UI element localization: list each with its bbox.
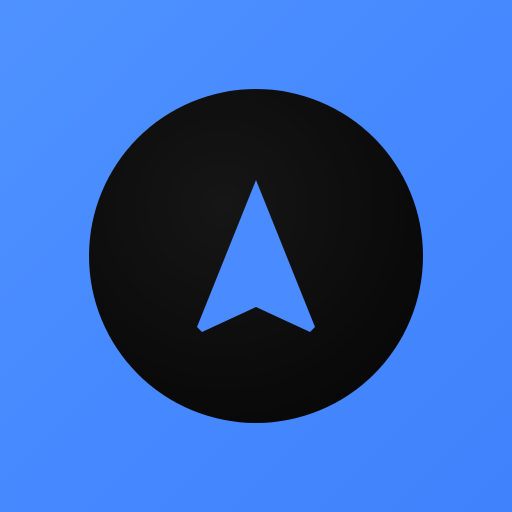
- app-icon-background: [0, 0, 512, 512]
- navigation-badge[interactable]: [89, 89, 423, 423]
